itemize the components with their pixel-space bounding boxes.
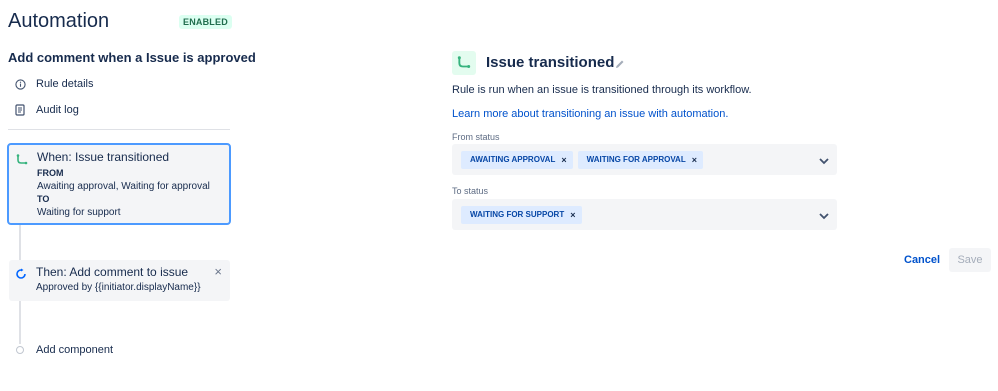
action-subtitle: Approved by {{initiator.displayName}}	[36, 282, 201, 293]
chevron-down-icon[interactable]	[818, 154, 830, 172]
chevron-down-icon[interactable]	[818, 209, 830, 227]
panel-title: Issue transitioned	[486, 54, 615, 71]
action-title: Then: Add comment to issue	[36, 265, 189, 279]
trigger-card[interactable]: When: Issue transitioned FROM Awaiting a…	[7, 143, 231, 225]
nav-divider	[8, 129, 230, 130]
nav-audit-log[interactable]: Audit log	[14, 104, 79, 116]
trigger-title: When: Issue transitioned	[37, 150, 170, 164]
remove-tag-icon[interactable]: ×	[692, 155, 697, 165]
remove-tag-icon[interactable]: ×	[561, 155, 566, 165]
remove-tag-icon[interactable]: ×	[570, 210, 575, 220]
app-title: Automation	[8, 10, 110, 32]
info-icon	[14, 78, 26, 90]
trigger-from-value: Awaiting approval, Waiting for approval	[37, 181, 210, 192]
save-button[interactable]: Save	[949, 248, 991, 272]
transition-icon	[16, 153, 28, 171]
status-tag-label: WAITING FOR APPROVAL	[586, 155, 686, 164]
pencil-icon[interactable]	[615, 56, 625, 74]
comment-action-icon	[15, 267, 27, 285]
add-dot-icon	[16, 346, 24, 354]
close-icon[interactable]: ×	[214, 264, 222, 279]
transition-icon	[452, 51, 476, 75]
trigger-from-label: FROM	[37, 168, 64, 178]
to-status-label: To status	[452, 186, 489, 196]
trigger-to-label: TO	[37, 194, 50, 204]
add-component-label: Add component	[36, 344, 114, 356]
trigger-to-value: Waiting for support	[37, 207, 121, 218]
add-component-button[interactable]: Add component	[16, 344, 113, 356]
status-tag-label: WAITING FOR SUPPORT	[470, 210, 565, 219]
to-status-select[interactable]: WAITING FOR SUPPORT ×	[452, 199, 837, 230]
document-icon	[14, 104, 26, 116]
status-tag: WAITING FOR SUPPORT ×	[461, 205, 582, 224]
nav-rule-details[interactable]: Rule details	[14, 78, 93, 90]
status-badge: ENABLED	[179, 15, 232, 29]
nav-audit-log-label: Audit log	[36, 104, 79, 116]
nav-rule-details-label: Rule details	[36, 78, 94, 90]
from-status-label: From status	[452, 132, 500, 142]
from-status-select[interactable]: AWAITING APPROVAL × WAITING FOR APPROVAL…	[452, 144, 837, 175]
action-card[interactable]: Then: Add comment to issue Approved by {…	[9, 260, 230, 301]
rule-name: Add comment when a Issue is approved	[8, 50, 256, 65]
status-tag: AWAITING APPROVAL ×	[461, 150, 573, 169]
status-tag-label: AWAITING APPROVAL	[470, 155, 556, 164]
cancel-button[interactable]: Cancel	[904, 254, 940, 266]
status-tag: WAITING FOR APPROVAL ×	[577, 150, 703, 169]
panel-description: Rule is run when an issue is transitione…	[452, 84, 752, 96]
learn-more-link[interactable]: Learn more about transitioning an issue …	[452, 108, 728, 120]
